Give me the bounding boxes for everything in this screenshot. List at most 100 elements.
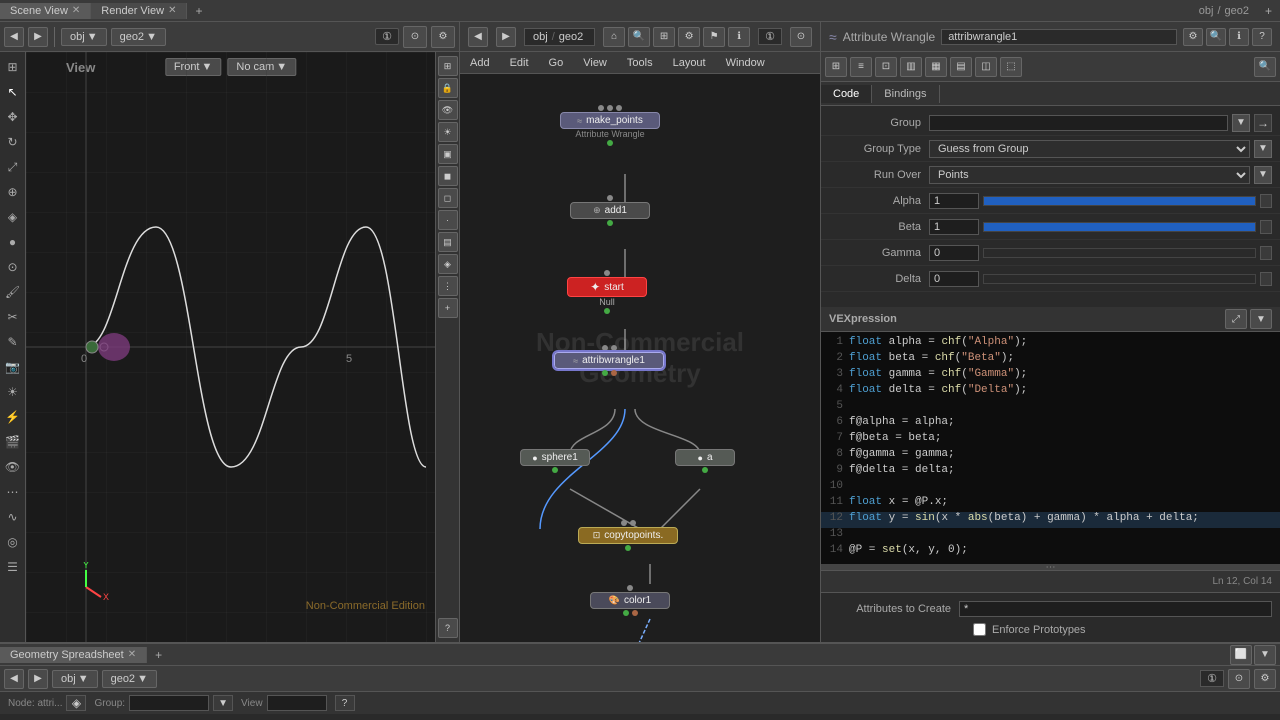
side-btn-lock[interactable]: 🔒 bbox=[438, 78, 458, 98]
bottom-group-input[interactable] bbox=[129, 695, 209, 711]
param-icon-settings[interactable]: ⚙ bbox=[1183, 28, 1203, 46]
param-run-over-select[interactable]: Points bbox=[929, 166, 1250, 184]
node-make-points-box[interactable]: ≈ make_points bbox=[560, 112, 660, 129]
node-icon-layout[interactable]: ⊞ bbox=[653, 27, 675, 47]
bottom-nav-fwd[interactable]: ▶ bbox=[28, 669, 48, 689]
sidebar-misc2-btn[interactable]: ∿ bbox=[2, 506, 24, 528]
param-alpha-input[interactable] bbox=[929, 193, 979, 209]
node-icon-settings[interactable]: ⚙ bbox=[678, 27, 700, 47]
viewport-canvas[interactable]: Front ▼ No cam ▼ View bbox=[26, 52, 435, 642]
node-nav-fwd[interactable]: ▶ bbox=[496, 27, 516, 47]
vex-expand-btn[interactable]: ⤢ bbox=[1225, 309, 1247, 329]
rp-icon-7[interactable]: ◫ bbox=[975, 57, 997, 77]
tab-geometry-spreadsheet[interactable]: Geometry Spreadsheet ✕ bbox=[0, 647, 147, 663]
viewport-btn-home[interactable]: ⊙ bbox=[403, 26, 427, 48]
side-btn-snap[interactable]: ⋮ bbox=[438, 276, 458, 296]
bottom-group-filter[interactable]: ▼ bbox=[213, 695, 233, 711]
bottom-home-btn[interactable]: ⊙ bbox=[1228, 669, 1250, 689]
sidebar-visible-btn[interactable]: 👁 bbox=[2, 456, 24, 478]
param-beta-input[interactable] bbox=[929, 219, 979, 235]
side-btn-wire[interactable]: ◻ bbox=[438, 188, 458, 208]
param-beta-slider[interactable] bbox=[983, 222, 1256, 232]
sidebar-scale-btn[interactable]: ⤢ bbox=[2, 156, 24, 178]
side-btn-light[interactable]: ☀ bbox=[438, 122, 458, 142]
menu-go[interactable]: Go bbox=[539, 55, 574, 71]
node-copytopoints[interactable]: ⊡ copytopoints. bbox=[578, 519, 678, 552]
param-icon-help[interactable]: ? bbox=[1252, 28, 1272, 46]
geo-selector[interactable]: geo2 ▼ bbox=[111, 28, 166, 46]
param-group-arrow[interactable]: → bbox=[1254, 114, 1272, 132]
tab-geo-spreadsheet-close[interactable]: ✕ bbox=[128, 649, 136, 660]
rp-icon-6[interactable]: ▤ bbox=[950, 57, 972, 77]
node-copy-box[interactable]: ⊡ copytopoints. bbox=[578, 527, 678, 544]
vex-code-body[interactable]: 1 float alpha = chf("Alpha"); 2 float be… bbox=[821, 332, 1280, 564]
sidebar-paint-btn[interactable]: 🖌 bbox=[2, 281, 24, 303]
param-alpha-slider[interactable] bbox=[983, 196, 1256, 206]
sidebar-grid-btn[interactable]: ⊞ bbox=[2, 56, 24, 78]
bottom-help-btn[interactable]: ? bbox=[335, 695, 355, 711]
menu-add[interactable]: Add bbox=[460, 55, 500, 71]
tab-bindings[interactable]: Bindings bbox=[872, 85, 939, 103]
node-color1-box[interactable]: 🎨 color1 bbox=[590, 592, 670, 609]
node-attribwrangle1-box[interactable]: ≈ attribwrangle1 bbox=[554, 352, 664, 369]
sidebar-light-btn[interactable]: ☀ bbox=[2, 381, 24, 403]
sidebar-handle-btn[interactable]: ⊕ bbox=[2, 181, 24, 203]
side-btn-render[interactable]: ▣ bbox=[438, 144, 458, 164]
node-nav-back[interactable]: ◀ bbox=[468, 27, 488, 47]
tab-code[interactable]: Code bbox=[821, 85, 872, 103]
bottom-view-input[interactable] bbox=[267, 695, 327, 711]
param-icon-search[interactable]: 🔍 bbox=[1206, 28, 1226, 46]
nav-fwd-btn[interactable]: ▶ bbox=[28, 27, 48, 47]
bottom-geo-select[interactable]: geo2 ▼ bbox=[102, 670, 157, 688]
rp-icon-search2[interactable]: 🔍 bbox=[1254, 57, 1276, 77]
enforce-protos-checkbox[interactable] bbox=[973, 623, 986, 636]
node-btn-home2[interactable]: ⊙ bbox=[790, 27, 812, 47]
param-delta-input[interactable] bbox=[929, 271, 979, 287]
param-group-dropdown[interactable]: ▼ bbox=[1232, 114, 1250, 132]
sidebar-select-btn[interactable]: ↖ bbox=[2, 81, 24, 103]
side-btn-point[interactable]: · bbox=[438, 210, 458, 230]
param-gamma-slider[interactable] bbox=[983, 248, 1256, 258]
obj-selector[interactable]: obj ▼ bbox=[61, 28, 107, 46]
bottom-settings-btn[interactable]: ⚙ bbox=[1254, 669, 1276, 689]
bottom-tab-add[interactable]: + bbox=[147, 646, 170, 664]
sidebar-edit-btn[interactable]: ✎ bbox=[2, 331, 24, 353]
attr-create-input[interactable] bbox=[959, 601, 1272, 617]
rp-icon-1[interactable]: ⊞ bbox=[825, 57, 847, 77]
rp-icon-5[interactable]: ▦ bbox=[925, 57, 947, 77]
sidebar-cut-btn[interactable]: ✂ bbox=[2, 306, 24, 328]
side-btn-more[interactable]: + bbox=[438, 298, 458, 318]
menu-view[interactable]: View bbox=[573, 55, 617, 71]
param-run-over-dropdown[interactable]: ▼ bbox=[1254, 166, 1272, 184]
side-btn-question[interactable]: ? bbox=[438, 618, 458, 638]
param-group-input[interactable] bbox=[929, 115, 1228, 131]
menu-window[interactable]: Window bbox=[716, 55, 775, 71]
node-attribwrangle1[interactable]: ≈ attribwrangle1 bbox=[554, 344, 664, 377]
sidebar-lasso-btn[interactable]: ⊙ bbox=[2, 256, 24, 278]
side-btn-solid[interactable]: ◼ bbox=[438, 166, 458, 186]
side-btn-mat[interactable]: ▤ bbox=[438, 232, 458, 252]
tab-render-view-close[interactable]: ✕ bbox=[168, 5, 176, 16]
node-a[interactable]: ● a bbox=[675, 449, 735, 474]
bottom-close-btn[interactable]: ▼ bbox=[1254, 645, 1276, 665]
node-make-points[interactable]: ≈ make_points Attribute Wrangle bbox=[560, 104, 660, 147]
sidebar-misc3-btn[interactable]: ◎ bbox=[2, 531, 24, 553]
tab-add-button[interactable]: + bbox=[187, 2, 210, 20]
sidebar-brush-btn[interactable]: ● bbox=[2, 231, 24, 253]
tab-render-view[interactable]: Render View ✕ bbox=[91, 3, 187, 19]
sidebar-snap-btn[interactable]: ◈ bbox=[2, 206, 24, 228]
param-gamma-input[interactable] bbox=[929, 245, 979, 261]
param-icon-info[interactable]: ℹ bbox=[1229, 28, 1249, 46]
rp-icon-8[interactable]: ⬚ bbox=[1000, 57, 1022, 77]
right-tab-add[interactable]: + bbox=[1257, 2, 1280, 20]
sidebar-misc1-btn[interactable]: ⋯ bbox=[2, 481, 24, 503]
menu-tools[interactable]: Tools bbox=[617, 55, 663, 71]
node-sphere1[interactable]: ● sphere1 bbox=[520, 449, 590, 474]
tab-scene-view-close[interactable]: ✕ bbox=[72, 5, 80, 16]
rp-icon-2[interactable]: ≡ bbox=[850, 57, 872, 77]
bottom-node-icon[interactable]: ◈ bbox=[66, 695, 86, 711]
nav-back-btn[interactable]: ◀ bbox=[4, 27, 24, 47]
node-a-box[interactable]: ● a bbox=[675, 449, 735, 466]
node-icon-home[interactable]: ⌂ bbox=[603, 27, 625, 47]
node-canvas[interactable]: Non-Commercial Geometry bbox=[460, 74, 820, 642]
